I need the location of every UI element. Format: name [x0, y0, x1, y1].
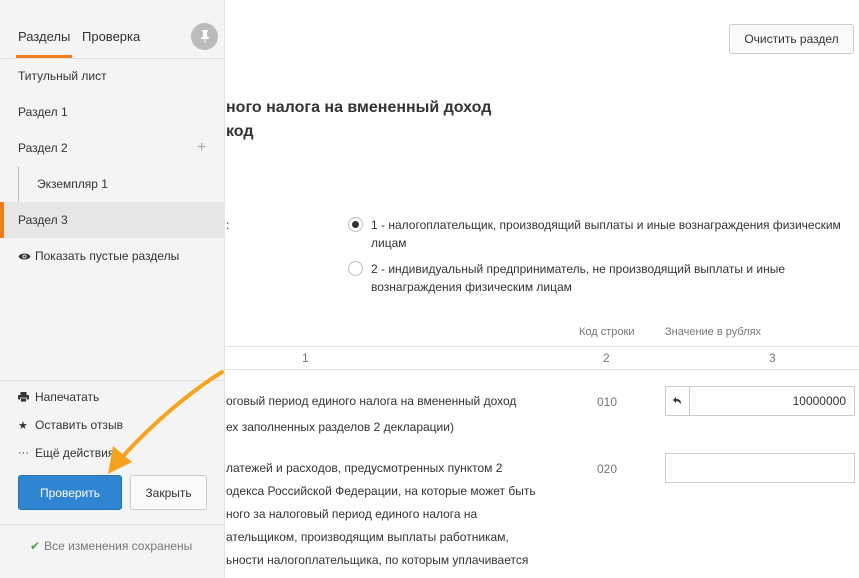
- section-title: ного налога на вмененный доход код: [226, 96, 826, 144]
- sidebar-item-title-page[interactable]: Титульный лист: [0, 58, 225, 94]
- table-divider: [226, 369, 859, 370]
- column-number-1: 1: [302, 351, 309, 365]
- column-number-3: 3: [769, 351, 776, 365]
- section-title-line2: код: [226, 123, 254, 140]
- print-action[interactable]: Напечатать: [18, 390, 99, 404]
- option-1-line2: лицам: [371, 236, 407, 250]
- section-title-line1: ного налога на вмененный доход: [226, 99, 492, 116]
- sidebar-tabs: Разделы Проверка: [0, 0, 225, 58]
- column-number-2: 2: [603, 351, 610, 365]
- star-icon: ★: [18, 419, 28, 432]
- clear-section-button[interactable]: Очистить раздел: [729, 24, 854, 54]
- sidebar: Разделы Проверка Титульный лист Раздел 1…: [0, 0, 225, 578]
- row-code-010: 010: [597, 395, 618, 409]
- printer-icon: [18, 392, 32, 402]
- sidebar-item-section-1[interactable]: Раздел 1: [0, 94, 225, 130]
- value-column-header: Значение в рублях: [665, 326, 762, 338]
- check-button[interactable]: Проверить: [18, 475, 122, 510]
- payer-type-label: :: [226, 218, 230, 232]
- payer-option-2[interactable]: 2 - индивидуальный предприниматель, не п…: [348, 260, 859, 296]
- payer-option-1[interactable]: 1 - налогоплательщик, производящий выпла…: [348, 216, 859, 252]
- check-icon: ✔: [30, 539, 41, 553]
- more-actions[interactable]: ··· Ещё действия: [18, 446, 114, 460]
- sidebar-item-copy-1[interactable]: Экземпляр 1: [0, 166, 225, 202]
- table-divider: [226, 346, 859, 347]
- tab-sections[interactable]: Разделы: [18, 29, 70, 44]
- feedback-action[interactable]: ★ Оставить отзыв: [18, 418, 123, 432]
- radio-button-checked[interactable]: [348, 217, 363, 232]
- sidebar-item-section-2[interactable]: Раздел 2: [0, 130, 225, 166]
- more-icon: ···: [18, 447, 29, 459]
- radio-button[interactable]: [348, 261, 363, 276]
- table-row-010-label: оговый период единого налога на вмененны…: [226, 394, 517, 434]
- value-010-text: 10000000: [792, 394, 846, 408]
- plus-icon[interactable]: +: [197, 139, 206, 157]
- option-2-line2: вознаграждения физическим лицам: [371, 280, 572, 294]
- pin-icon[interactable]: [191, 23, 218, 50]
- eye-icon: [18, 252, 31, 261]
- reset-icon[interactable]: [666, 387, 690, 415]
- show-empty-sections-link[interactable]: Показать пустые разделы: [18, 249, 179, 263]
- status-divider: [0, 524, 225, 525]
- option-1-line1: 1 - налогоплательщик, производящий выпла…: [371, 218, 841, 232]
- tab-check[interactable]: Проверка: [82, 29, 140, 44]
- value-input-010[interactable]: 10000000: [665, 386, 855, 416]
- option-2-line1: 2 - индивидуальный предприниматель, не п…: [371, 262, 786, 276]
- code-column-header: Код строки: [579, 326, 635, 338]
- row-code-020: 020: [597, 462, 618, 476]
- table-row-020-label: латежей и расходов, предусмотренных пунк…: [226, 461, 536, 567]
- save-status: ✔ Все изменения сохранены: [30, 539, 193, 553]
- actions-divider: [0, 380, 225, 381]
- sidebar-item-section-3[interactable]: Раздел 3: [0, 202, 225, 238]
- value-input-020[interactable]: [665, 453, 855, 483]
- close-button[interactable]: Закрыть: [130, 475, 207, 510]
